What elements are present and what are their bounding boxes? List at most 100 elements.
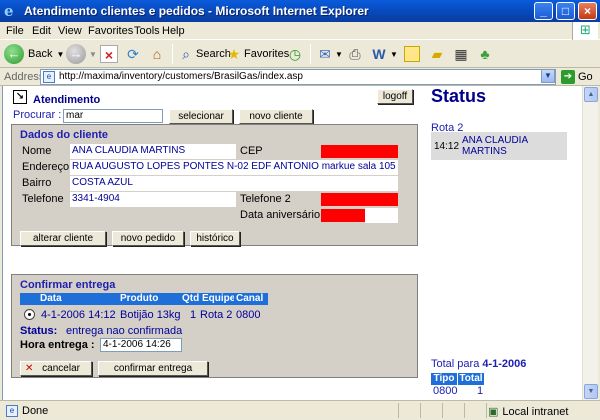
- maximize-button[interactable]: □: [556, 2, 575, 20]
- back-label: Back: [28, 48, 53, 60]
- column-header-date: Data: [38, 293, 118, 305]
- window-titlebar: e Atendimento clientes e pedidos - Micro…: [0, 0, 600, 22]
- status-entry[interactable]: 14:12 ANA CLAUDIA MARTINS: [431, 132, 567, 160]
- total-label: Total para: [431, 358, 480, 370]
- history-button[interactable]: ◷: [286, 43, 304, 65]
- delivery-team: Rota 2: [200, 309, 233, 321]
- messenger-icon: ♣: [480, 46, 490, 62]
- delivery-date: 4-1-2006 14:12: [41, 309, 116, 321]
- name-label: Nome: [22, 145, 52, 157]
- close-button[interactable]: ×: [578, 2, 597, 20]
- menu-favorites[interactable]: Favorites: [88, 25, 133, 37]
- menu-tools[interactable]: Tools: [134, 25, 160, 37]
- edit-client-button[interactable]: alterar cliente: [20, 231, 106, 246]
- address-input[interactable]: e http://maxima/inventory/customers/Bras…: [40, 69, 556, 85]
- home-icon: ⌂: [152, 46, 162, 62]
- edit-button[interactable]: W ▼: [370, 43, 398, 65]
- print-button[interactable]: ⎙: [346, 43, 364, 65]
- research-button[interactable]: ▦: [452, 43, 470, 65]
- status-cell: [442, 403, 464, 418]
- atendimento-icon: ↘: [13, 90, 27, 104]
- address-bar: Address e http://maxima/inventory/custom…: [0, 68, 600, 86]
- chevron-down-icon: ▼: [335, 49, 343, 59]
- cancel-label: cancelar: [42, 363, 80, 374]
- favorites-label: Favorites: [244, 48, 290, 60]
- minimize-button[interactable]: _: [534, 2, 553, 20]
- cancel-button[interactable]: ✕ cancelar: [20, 361, 92, 376]
- page-icon: e: [6, 405, 18, 417]
- total-column-type: Tipo: [431, 373, 457, 385]
- chevron-down-icon: ▼: [89, 49, 97, 59]
- status-cell: [420, 403, 442, 418]
- menu-edit[interactable]: Edit: [32, 25, 51, 37]
- scroll-up-button[interactable]: ▲: [584, 87, 598, 102]
- go-arrow-icon: ➔: [561, 70, 575, 84]
- stop-button[interactable]: ×: [100, 43, 118, 65]
- column-header-qty: Qtd: [180, 293, 200, 305]
- chevron-down-icon: ▼: [56, 49, 65, 59]
- delivery-qty: 1: [190, 309, 197, 321]
- phone-value: 3341-4904: [70, 192, 236, 207]
- delivery-panel-title: Confirmar entrega: [20, 279, 116, 291]
- total-column-total: Total: [458, 373, 484, 385]
- barcode-icon: ▦: [454, 46, 468, 62]
- mail-button[interactable]: ✉ ▼: [316, 43, 343, 65]
- name-value: ANA CLAUDIA MARTINS: [70, 144, 236, 159]
- delivery-time-label: Hora entrega :: [20, 339, 95, 351]
- toolbar-separator: [172, 44, 173, 64]
- history-button[interactable]: histórico: [190, 231, 240, 246]
- vertical-scrollbar[interactable]: ▲ ▼: [582, 86, 598, 400]
- status-cell: [464, 403, 486, 418]
- new-order-button[interactable]: novo pedido: [112, 231, 184, 246]
- column-header-product: Produto: [118, 293, 180, 305]
- discuss-button[interactable]: [404, 43, 420, 65]
- history-icon: ◷: [288, 46, 302, 62]
- go-button[interactable]: ➔ Go: [561, 70, 593, 84]
- home-button[interactable]: ⌂: [148, 43, 166, 65]
- delivery-row-radio[interactable]: [24, 309, 35, 320]
- menu-file[interactable]: File: [6, 25, 24, 37]
- search-input[interactable]: mar: [63, 109, 163, 123]
- status-done: e Done: [6, 405, 48, 417]
- status-zone: ▣ Local intranet: [488, 405, 569, 419]
- menu-help[interactable]: Help: [162, 25, 185, 37]
- stop-icon: ×: [100, 45, 118, 63]
- status-cell: [398, 403, 420, 418]
- delivery-table-header: Data Produto Qtd Equipe Canal: [20, 293, 268, 305]
- confirm-delivery-button[interactable]: confirmar entrega: [98, 361, 208, 376]
- address-label: Address: [4, 71, 45, 83]
- total-count-value: 1: [477, 385, 484, 397]
- refresh-button[interactable]: ⟳: [124, 43, 142, 65]
- select-button[interactable]: selecionar: [169, 109, 233, 124]
- scroll-down-button[interactable]: ▼: [584, 384, 598, 399]
- status-zone-label: Local intranet: [502, 405, 569, 418]
- windows-flag-icon: ⊞: [572, 22, 598, 40]
- logoff-button[interactable]: logoff: [377, 89, 413, 104]
- folder-button[interactable]: ▰: [428, 43, 446, 65]
- delivery-status-value: entrega nao confirmada: [66, 325, 183, 337]
- page-icon: e: [43, 71, 55, 83]
- total-type-value: 0800: [433, 385, 458, 397]
- total-date: 4-1-2006: [482, 358, 527, 370]
- delivery-time-input[interactable]: 4-1-2006 14:26: [100, 338, 182, 352]
- new-client-button[interactable]: novo cliente: [239, 109, 313, 124]
- messenger-button[interactable]: ♣: [476, 43, 494, 65]
- internet-explorer-icon: e: [4, 2, 14, 20]
- phone-label: Telefone: [22, 193, 64, 205]
- search-button[interactable]: ⌕ Search: [178, 43, 231, 65]
- toolbar: ← Back ▼ → ▼ × ⟳ ⌂ ⌕ Search ★ Favorites …: [0, 40, 600, 68]
- forward-button[interactable]: → ▼: [66, 43, 97, 65]
- favorites-button[interactable]: ★ Favorites: [226, 43, 290, 65]
- menu-view[interactable]: View: [58, 25, 82, 37]
- intranet-icon: ▣: [488, 406, 499, 418]
- status-entry-name: ANA CLAUDIA MARTINS: [462, 135, 528, 157]
- back-button[interactable]: ← Back ▼: [4, 43, 64, 65]
- client-panel: Dados do cliente Nome ANA CLAUDIA MARTIN…: [11, 124, 418, 246]
- address-dropdown-button[interactable]: ▼: [541, 69, 555, 83]
- address-url: http://maxima/inventory/customers/Brasil…: [59, 71, 303, 82]
- column-header-channel: Canal: [234, 293, 268, 305]
- address-label: Endereço: [22, 161, 70, 173]
- search-label: Procurar :: [13, 109, 62, 121]
- neighborhood-label: Bairro: [22, 177, 52, 189]
- delivery-panel: Confirmar entrega Data Produto Qtd Equip…: [11, 274, 418, 378]
